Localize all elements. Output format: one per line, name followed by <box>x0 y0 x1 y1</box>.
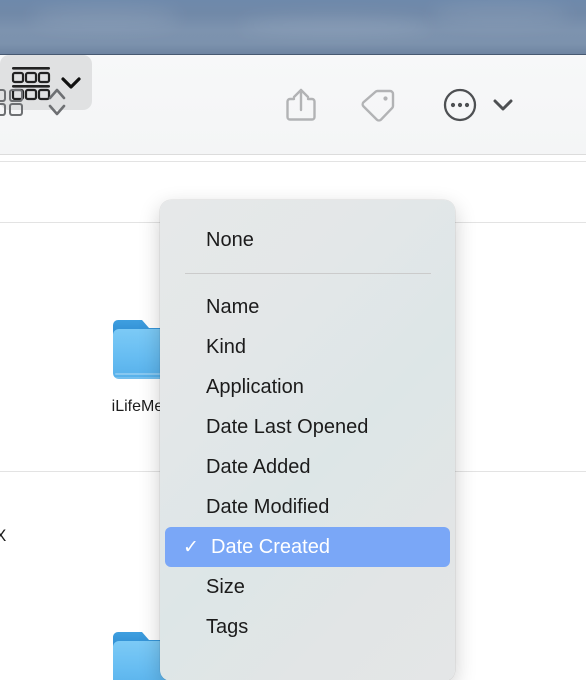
menu-item-label: None <box>206 229 254 251</box>
menu-item-label: Tags <box>206 615 249 638</box>
menu-item[interactable]: ✓Tags <box>160 607 455 647</box>
chevron-down-icon <box>492 97 514 113</box>
menu-item[interactable]: ✓Kind <box>160 327 455 367</box>
ellipsis-circle-icon <box>442 87 478 123</box>
icon-view-button[interactable] <box>0 82 34 122</box>
menu-item[interactable]: ✓Date Added <box>160 447 455 487</box>
more-options-button[interactable] <box>437 82 483 127</box>
menu-group-options: ✓Name✓Kind✓Application✓Date Last Opened✓… <box>160 287 455 647</box>
share-button[interactable] <box>277 82 325 127</box>
menu-item[interactable]: ✓Date Modified <box>160 487 455 527</box>
menu-item-label: Date Added <box>206 455 311 478</box>
tag-icon <box>357 87 397 123</box>
sort-order-button[interactable] <box>42 82 72 122</box>
tags-button[interactable] <box>353 82 401 127</box>
checkmark-icon: ✓ <box>183 536 199 558</box>
wallpaper-cloud <box>240 16 430 34</box>
group-by-menu[interactable]: None ✓Name✓Kind✓Application✓Date Last Op… <box>160 200 455 680</box>
wallpaper-cloud <box>430 4 570 24</box>
finder-window: X iLifeMedia r None Name Kind Applicatio… <box>0 55 586 680</box>
menu-item-label: Name <box>206 295 260 318</box>
menu-item[interactable]: ✓Name <box>160 287 455 327</box>
menu-item-label: Size <box>206 575 245 598</box>
menu-separator <box>185 273 431 274</box>
finder-toolbar <box>0 55 586 155</box>
desktop-wallpaper <box>0 0 586 55</box>
menu-item[interactable]: ✓ Date Created <box>165 527 450 567</box>
screen: X iLifeMedia r None Name Kind Applicatio… <box>0 0 586 680</box>
menu-item-label: Kind <box>206 335 247 358</box>
menu-item-label: Date Last Opened <box>206 415 369 438</box>
clipped-item-label: X <box>0 526 7 545</box>
more-options-chevron-button[interactable] <box>489 85 517 125</box>
menu-item-none[interactable]: None <box>160 221 455 260</box>
menu-item-label: Application <box>206 375 304 398</box>
menu-item-label: Date Modified <box>206 495 330 518</box>
menu-item-label: Date Created <box>211 535 330 558</box>
share-icon <box>284 86 318 124</box>
menu-item[interactable]: ✓Application <box>160 367 455 407</box>
group-divider <box>0 161 586 162</box>
wallpaper-cloud <box>30 6 180 28</box>
menu-item[interactable]: ✓Size <box>160 567 455 607</box>
menu-item[interactable]: ✓Date Last Opened <box>160 407 455 447</box>
